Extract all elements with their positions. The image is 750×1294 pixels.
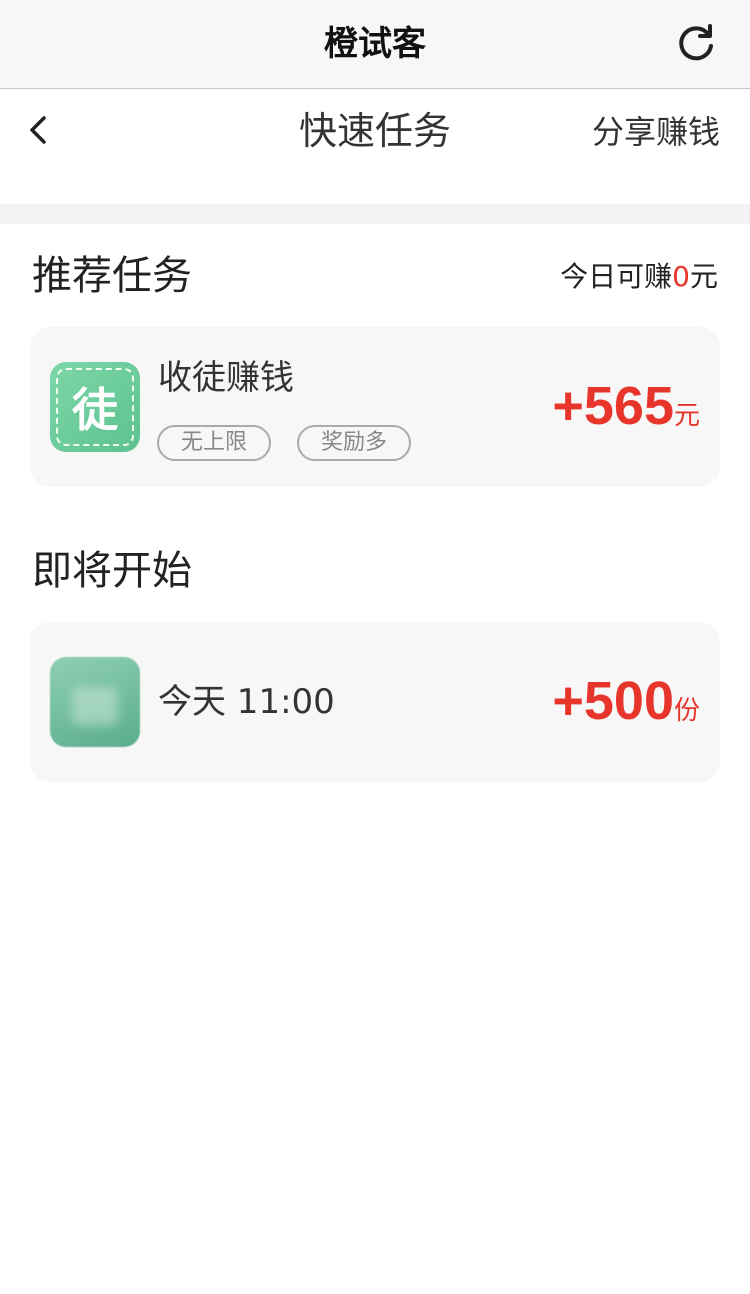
earn-today-unit: 元 [689,260,718,293]
upcoming-task-card[interactable]: 今天 11:00 +500份 [30,622,720,782]
section-divider [0,204,750,224]
task-name: 收徒赚钱 [158,358,294,398]
task-reward: +565元 [552,375,700,437]
share-earn-link[interactable]: 分享赚钱 [592,109,720,155]
app-bar: 橙试客 [0,0,750,89]
blurred-app-icon [50,657,140,747]
nav-bar: 快速任务 分享赚钱 [0,89,750,204]
recommended-task-card[interactable]: 徒 收徒赚钱 无上限 奖励多 +565元 [30,327,720,487]
task-reward: +500份 [552,670,700,732]
task-tag: 无上限 [157,425,272,461]
task-icon-char: 徒 [56,368,134,446]
app-title: 橙试客 [324,24,426,64]
earn-today-summary: 今日可赚0元 [560,258,718,296]
earn-today-label: 今日可赚 [560,260,673,293]
reward-amount: +565 [552,376,674,436]
reward-unit: 份 [673,696,700,726]
blurred-icon-shape [72,687,118,725]
reward-unit: 元 [673,401,700,431]
task-start-time: 今天 11:00 [158,682,335,722]
reward-amount: +500 [552,671,674,731]
apprentice-task-icon: 徒 [50,362,140,452]
refresh-icon[interactable] [674,22,718,66]
task-tag: 奖励多 [297,425,412,461]
recommended-section-title: 推荐任务 [32,253,192,299]
upcoming-section-title: 即将开始 [32,548,192,594]
earn-today-amount: 0 [672,260,690,293]
